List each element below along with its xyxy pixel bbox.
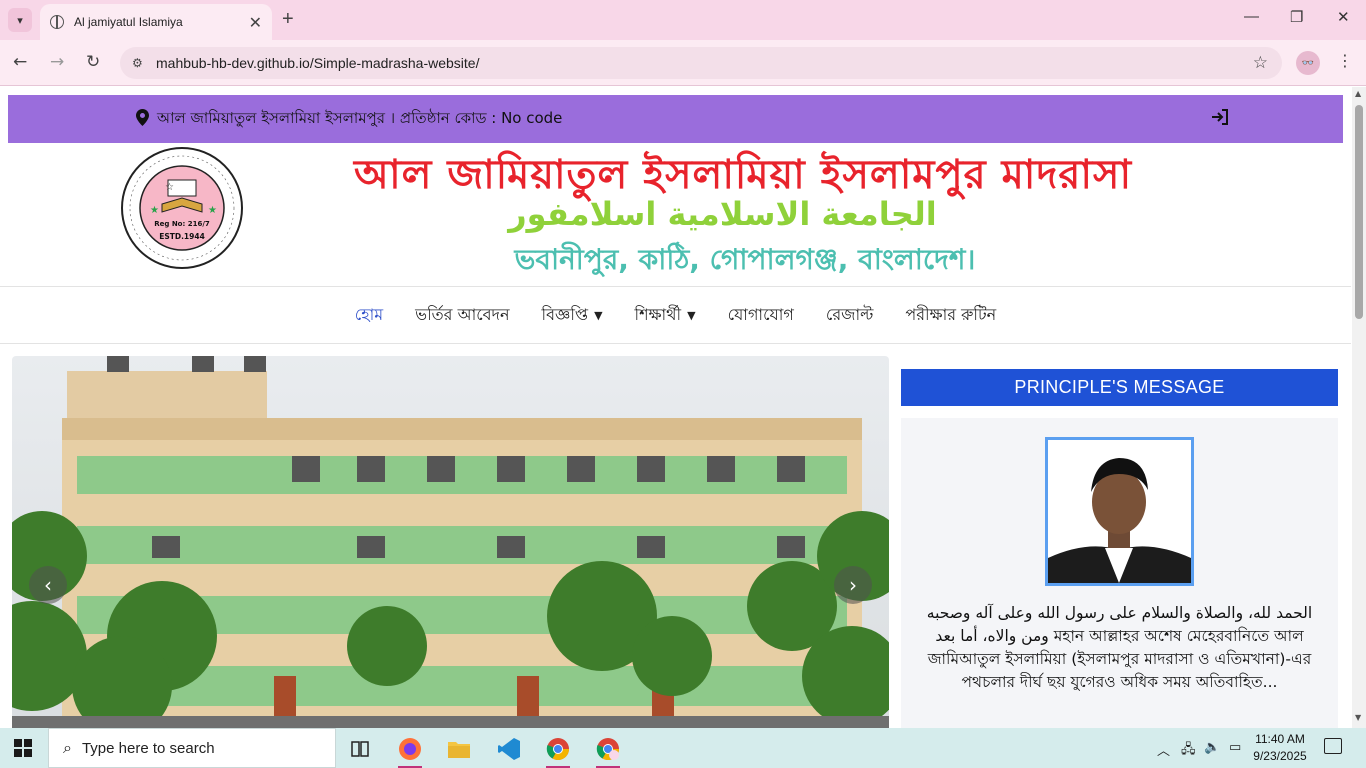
battery-icon[interactable]: ▭ — [1229, 740, 1241, 755]
login-icon[interactable] — [1211, 109, 1229, 129]
notification-center-icon[interactable] — [1324, 738, 1342, 754]
globe-icon — [50, 15, 64, 29]
task-view-icon[interactable] — [342, 734, 378, 764]
madrasa-name-arabic: الجامعة الاسلامية اسلامفور — [508, 195, 937, 233]
back-icon[interactable]: ← — [13, 52, 27, 72]
vscode-icon[interactable] — [491, 734, 527, 764]
site-header: ☆ ★ ★ Reg No: 216/7 ESTD.1944 আল জামিয়া… — [0, 143, 1352, 287]
madrasa-building-photo — [12, 356, 889, 728]
close-tab-icon[interactable]: ✕ — [249, 13, 262, 32]
nav-item-contact[interactable]: যোগাযোগ — [728, 302, 794, 329]
nav-item-admission[interactable]: ভর্তির আবেদন — [415, 302, 509, 329]
logo-reg-no: Reg No: 216/7 — [154, 220, 210, 228]
minimize-icon[interactable]: — — [1244, 8, 1259, 25]
institution-address: আল জামিয়াতুল ইসলামিয়া ইসলামপুর । প্রতি… — [157, 108, 563, 127]
browser-tab[interactable]: Al jamiyatul Islamiya ✕ — [40, 4, 272, 40]
reload-icon[interactable]: ↻ — [86, 52, 100, 72]
nav-label: বিজ্ঞপ্তি — [541, 304, 589, 324]
top-info-bar: আল জামিয়াতুল ইসলামিয়া ইসলামপুর । প্রতি… — [8, 95, 1343, 143]
carousel-prev-button[interactable]: ‹ — [29, 566, 67, 604]
search-icon: ⌕ — [63, 738, 72, 757]
scrollbar-thumb[interactable] — [1355, 105, 1363, 319]
principal-message-panel: PRINCIPLE'S MESSAGE الحمد لله، والصلاة و… — [901, 369, 1338, 728]
nav-label: হোম — [354, 304, 384, 324]
logo-estd: ESTD.1944 — [159, 232, 205, 241]
location-pin-icon — [136, 108, 149, 130]
svg-text:☆: ☆ — [165, 182, 174, 193]
show-hidden-icons-icon[interactable]: ︿ — [1157, 740, 1170, 759]
chevron-down-icon: ▼ — [687, 308, 696, 322]
browser-tab-strip: ▾ Al jamiyatul Islamiya ✕ + — ❐ ✕ — [0, 0, 1366, 40]
nav-item-notice[interactable]: বিজ্ঞপ্তি ▼ — [542, 302, 603, 329]
profile-avatar[interactable]: 👓 — [1296, 51, 1320, 75]
browser-toolbar: ← → ↻ ⚙ mahbub-hb-dev.github.io/Simple-m… — [0, 40, 1366, 86]
windows-taskbar: ⌕ Type here to search ︿ 🖧 🔈 ▭ 11:40 AM 9… — [0, 728, 1366, 768]
bookmark-star-icon[interactable]: ☆ — [1253, 53, 1268, 73]
taskbar-clock[interactable]: 11:40 AM 9/23/2025 — [1248, 731, 1312, 765]
nav-label: রেজাল্ট — [825, 304, 874, 324]
taskbar-search[interactable]: ⌕ Type here to search — [48, 728, 336, 768]
madrasa-logo: ☆ ★ ★ Reg No: 216/7 ESTD.1944 — [120, 146, 244, 270]
nav-label: যোগাযোগ — [727, 304, 794, 324]
carousel-next-button[interactable]: › — [834, 566, 872, 604]
clock-date: 9/23/2025 — [1253, 749, 1307, 763]
taskbar-search-placeholder: Type here to search — [81, 739, 215, 757]
svg-text:★: ★ — [150, 205, 159, 216]
chevron-down-icon: ▼ — [594, 308, 603, 322]
principal-message-body: الحمد لله، والصلاة والسلام على رسول الله… — [901, 418, 1338, 728]
clock-time: 11:40 AM — [1255, 732, 1305, 746]
tab-search-button[interactable]: ▾ — [8, 8, 32, 32]
nav-label: পরীক্ষার রুটিন — [905, 304, 997, 324]
nav-label: শিক্ষার্থী — [634, 304, 682, 324]
windows-start-icon[interactable] — [14, 739, 32, 757]
url-text[interactable]: mahbub-hb-dev.github.io/Simple-madrasha-… — [156, 55, 479, 71]
close-window-icon[interactable]: ✕ — [1337, 8, 1350, 26]
principal-photo — [1045, 437, 1194, 586]
new-tab-button[interactable]: + — [282, 8, 294, 31]
forward-icon[interactable]: → — [50, 52, 64, 72]
madrasa-address: ভবানীপুর, কাঠি, গোপালগঞ্জ, বাংলাদেশ। — [514, 243, 976, 276]
volume-icon[interactable]: 🔈 — [1204, 740, 1220, 755]
nav-item-home[interactable]: হোম — [355, 302, 383, 329]
chrome-icon[interactable] — [540, 734, 576, 768]
scroll-up-icon[interactable]: ▲ — [1355, 89, 1361, 98]
firefox-icon[interactable] — [392, 734, 428, 768]
nav-item-exam-routine[interactable]: পরীক্ষার রুটিন — [905, 302, 996, 329]
chrome-profile-icon[interactable] — [590, 734, 626, 768]
scroll-down-icon[interactable]: ▼ — [1355, 713, 1361, 722]
site-settings-icon[interactable]: ⚙ — [132, 56, 150, 70]
more-menu-icon[interactable]: ⋮ — [1337, 51, 1353, 70]
nav-item-result[interactable]: রেজাল্ট — [826, 302, 874, 329]
main-navigation: হোম ভর্তির আবেদন বিজ্ঞপ্তি ▼ শিক্ষার্থী ▼ … — [0, 286, 1351, 344]
page-viewport: আল জামিয়াতুল ইসলামিয়া ইসলামপুর । প্রতি… — [0, 87, 1352, 728]
tab-title: Al jamiyatul Islamiya — [74, 15, 183, 29]
page-scrollbar[interactable]: ▲ ▼ — [1352, 87, 1366, 728]
principal-message-heading: PRINCIPLE'S MESSAGE — [901, 369, 1338, 406]
nav-item-students[interactable]: শিক্ষার্থী ▼ — [635, 302, 696, 329]
restore-icon[interactable]: ❐ — [1290, 8, 1303, 26]
principal-message-text: الحمد لله، والصلاة والسلام على رسول الله… — [926, 604, 1313, 691]
svg-text:★: ★ — [208, 205, 217, 216]
address-bar[interactable]: ⚙ mahbub-hb-dev.github.io/Simple-madrash… — [120, 47, 1282, 79]
madrasa-name-bangla: আল জামিয়াতুল ইসলামিয়া ইসলামপুর মাদরাসা — [353, 152, 1133, 198]
image-carousel[interactable]: ‹ › — [12, 356, 889, 728]
network-icon[interactable]: 🖧 — [1181, 740, 1196, 762]
nav-label: ভর্তির আবেদন — [415, 304, 510, 324]
file-explorer-icon[interactable] — [441, 734, 477, 764]
